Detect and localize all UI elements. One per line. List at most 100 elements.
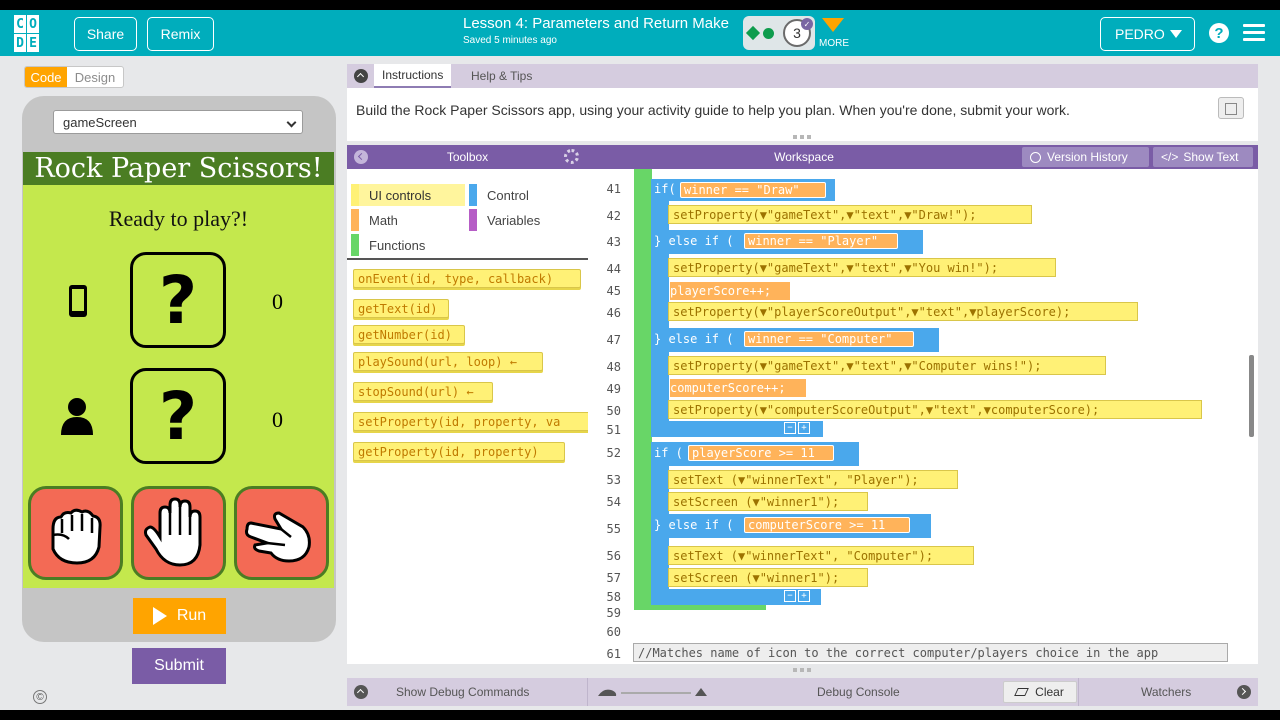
category-variables[interactable]: Variables <box>469 209 579 231</box>
more-arrow-icon[interactable] <box>822 18 844 32</box>
category-swatch <box>469 209 477 231</box>
instructions-tabbar: Instructions Help & Tips <box>347 64 1258 88</box>
minus-icon[interactable]: − <box>784 422 796 434</box>
speed-slider[interactable] <box>597 686 707 698</box>
divider <box>587 678 588 706</box>
rabbit-icon <box>695 688 707 696</box>
top-header: C O D E Share Remix Lesson 4: Parameters… <box>0 10 1280 56</box>
hamburger-menu-icon[interactable] <box>1243 24 1265 42</box>
code-line-54[interactable]: setScreen (▼"winner1"); <box>668 492 868 511</box>
code-line-50[interactable]: setProperty(▼"computerScoreOutput",▼"tex… <box>668 400 1202 419</box>
plus-icon[interactable]: + <box>798 422 810 434</box>
code-line-44[interactable]: setProperty(▼"gameText",▼"text",▼"You wi… <box>668 258 1056 277</box>
line-number: 58 <box>606 590 621 604</box>
workspace-title: Workspace <box>774 150 834 164</box>
clock-icon <box>1030 151 1041 163</box>
condition-computer-score[interactable]: computerScore >= 11 <box>744 517 910 533</box>
line-number: 42 <box>606 209 621 223</box>
remix-button[interactable]: Remix <box>147 17 214 51</box>
category-label: Control <box>487 187 529 203</box>
paper-button[interactable] <box>131 486 226 580</box>
collapse-icon[interactable] <box>354 69 368 83</box>
expand-debug-icon[interactable] <box>354 685 368 699</box>
copyright-icon[interactable]: © <box>33 690 47 704</box>
workspace-scrollbar[interactable] <box>1249 355 1254 437</box>
screen-select[interactable]: gameScreen <box>53 110 303 134</box>
category-math[interactable]: Math <box>351 209 465 231</box>
show-text-button[interactable]: </> Show Text <box>1153 147 1253 167</box>
code-logo[interactable]: C O D E <box>14 15 52 53</box>
hide-toolbox-icon[interactable] <box>354 150 368 164</box>
plus-icon[interactable]: + <box>798 590 810 602</box>
player-score: 0 <box>272 407 283 432</box>
minus-icon[interactable]: − <box>784 590 796 602</box>
code-line-53[interactable]: setText (▼"winnerText", "Player"); <box>668 470 958 489</box>
instructions-panel: Instructions Help & Tips Build the Rock … <box>347 64 1258 141</box>
code-line-48[interactable]: setProperty(▼"gameText",▼"text",▼"Comput… <box>668 356 1106 375</box>
rock-button[interactable] <box>28 486 123 580</box>
palette-block-gettext[interactable]: getText(id) <box>353 299 449 318</box>
resize-grip[interactable] <box>793 135 811 139</box>
line-number: 61 <box>606 647 621 661</box>
line-number: 52 <box>606 446 621 460</box>
code-line-57[interactable]: setScreen (▼"winner1"); <box>668 568 868 587</box>
palette-block-onevent[interactable]: onEvent(id, type, callback) <box>353 269 581 288</box>
workspace[interactable]: 41 42 43 44 45 46 47 48 49 50 51 52 53 5… <box>588 169 1258 664</box>
text-to-speech-icon[interactable] <box>1218 97 1244 119</box>
saved-status: Saved 5 minutes ago <box>463 35 557 46</box>
level-progress[interactable]: 3 ✓ <box>743 16 815 50</box>
version-history-button[interactable]: Version History <box>1022 147 1149 167</box>
user-menu-button[interactable]: PEDRO <box>1100 17 1195 51</box>
show-debug-commands-button[interactable]: Show Debug Commands <box>396 685 529 699</box>
condition-computer[interactable]: winner == "Computer" <box>744 331 914 347</box>
palette-block-playsound[interactable]: playSound(url, loop) ← <box>353 352 543 371</box>
paper-hand-icon <box>144 497 202 567</box>
line-number: 59 <box>606 606 621 620</box>
check-icon: ✓ <box>801 18 813 30</box>
scissors-button[interactable] <box>234 486 329 580</box>
progress-diamond-icon <box>745 25 761 41</box>
palette-block-setproperty[interactable]: setProperty(id, property, va <box>353 412 588 431</box>
code-line-42[interactable]: setProperty(▼"gameText",▼"text",▼"Draw!"… <box>668 205 1032 224</box>
resize-grip[interactable] <box>793 668 811 672</box>
category-ui-controls[interactable]: UI controls <box>351 184 465 206</box>
category-functions[interactable]: Functions <box>351 234 465 256</box>
expand-watchers-icon[interactable] <box>1237 685 1251 699</box>
line-number: 51 <box>606 423 621 437</box>
palette-block-getnumber[interactable]: getNumber(id) <box>353 325 465 344</box>
collapse-expand-controls[interactable]: − + <box>784 590 810 603</box>
code-design-toggle: Code Design <box>24 66 124 88</box>
tab-help-tips[interactable]: Help & Tips <box>471 64 532 88</box>
code-line-45[interactable]: playerScore++; <box>670 282 790 300</box>
share-button[interactable]: Share <box>74 17 137 51</box>
computer-choice-box: ? <box>130 252 226 348</box>
app-subtitle: Ready to play?! <box>108 206 249 231</box>
submit-button[interactable]: Submit <box>132 648 226 684</box>
divider <box>347 258 588 260</box>
condition-player[interactable]: winner == "Player" <box>744 233 898 249</box>
palette-block-getproperty[interactable]: getProperty(id, property) <box>353 442 565 461</box>
lesson-title: Lesson 4: Parameters and Return Make <box>463 15 729 32</box>
line-number: 55 <box>606 522 621 536</box>
more-button[interactable]: MORE <box>819 38 849 49</box>
code-line-61-comment[interactable]: //Matches name of icon to the correct co… <box>633 643 1228 662</box>
collapse-expand-controls[interactable]: − + <box>784 422 810 435</box>
turtle-icon <box>598 689 617 696</box>
code-line-49[interactable]: computerScore++; <box>670 379 806 397</box>
palette-block-stopsound[interactable]: stopSound(url) ← <box>353 382 493 401</box>
run-button[interactable]: Run <box>133 598 226 634</box>
design-mode-button[interactable]: Design <box>67 67 123 87</box>
app-frame: C O D E Share Remix Lesson 4: Parameters… <box>0 10 1280 710</box>
category-control[interactable]: Control <box>469 184 579 206</box>
code-mode-button[interactable]: Code <box>25 67 67 87</box>
condition-player-score[interactable]: playerScore >= 11 <box>688 445 834 461</box>
code-line-56[interactable]: setText (▼"winnerText", "Computer"); <box>668 546 974 565</box>
help-icon[interactable]: ? <box>1209 23 1229 43</box>
logo-letter: D <box>14 34 26 52</box>
else-if-keyword: } else if ( <box>654 234 734 248</box>
clear-button[interactable]: Clear <box>1003 681 1077 703</box>
code-line-46[interactable]: setProperty(▼"playerScoreOutput",▼"text"… <box>668 302 1138 321</box>
condition-draw[interactable]: winner == "Draw" <box>680 182 826 198</box>
gear-icon[interactable] <box>564 149 579 164</box>
tab-instructions[interactable]: Instructions <box>374 64 452 88</box>
